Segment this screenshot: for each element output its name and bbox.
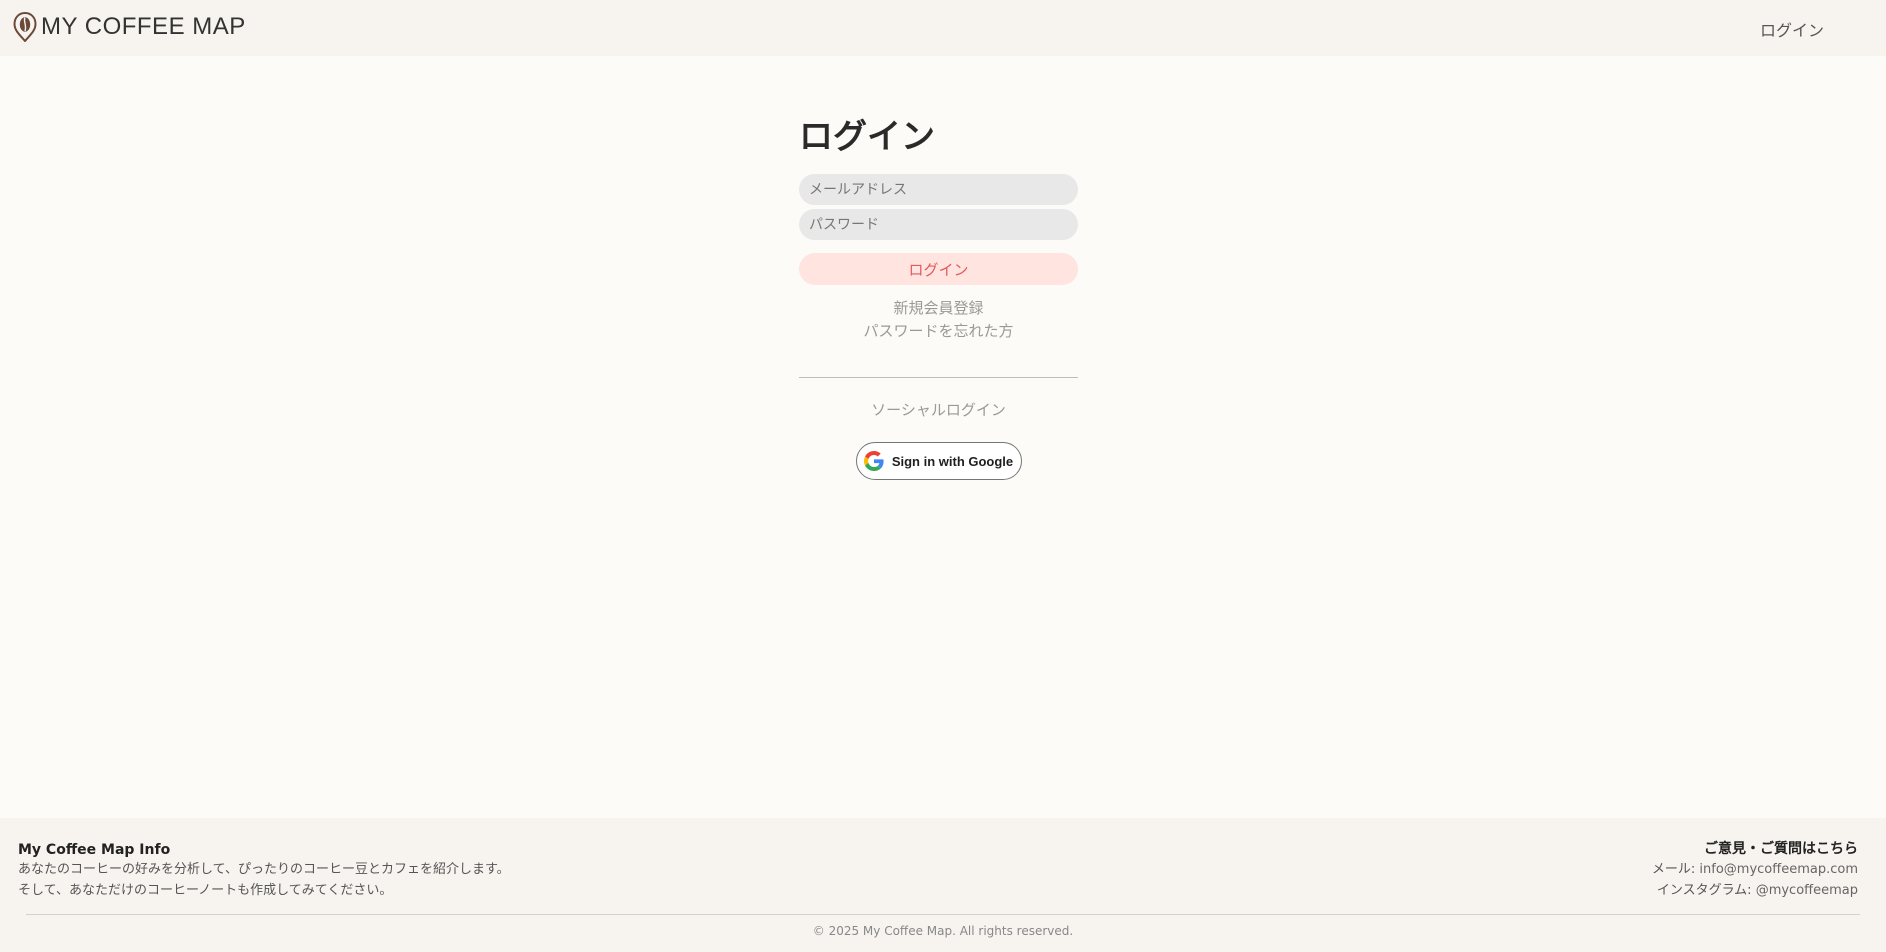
- logo-text: MY COFFEE MAP: [41, 13, 246, 40]
- register-link[interactable]: 新規会員登録: [799, 297, 1078, 320]
- footer-divider: [26, 914, 1860, 915]
- footer-contact: ご意見・ご質問はこちら メール: info@mycoffeemap.com イン…: [1652, 839, 1858, 901]
- header-login-link[interactable]: ログイン: [1760, 17, 1824, 41]
- footer-email-link[interactable]: info@mycoffeemap.com: [1699, 862, 1858, 877]
- footer-email-label: メール:: [1651, 862, 1700, 877]
- google-button-label: Sign in with Google: [891, 453, 1014, 469]
- google-sign-in-button[interactable]: Sign in with Google: [855, 442, 1022, 480]
- footer-info-line-1: あなたのコーヒーの好みを分析して、ぴったりのコーヒー豆とカフェを紹介します。: [18, 862, 510, 877]
- footer: My Coffee Map Info あなたのコーヒーの好みを分析して、ぴったり…: [0, 818, 1886, 952]
- logo[interactable]: MY COFFEE MAP: [13, 12, 246, 42]
- main-content: ログイン ログイン 新規会員登録 パスワードを忘れた方 ソーシャルログイン Si…: [0, 56, 1886, 818]
- footer-info-title: My Coffee Map Info: [18, 842, 171, 858]
- google-g-icon: [863, 451, 884, 471]
- forgot-password-link[interactable]: パスワードを忘れた方: [799, 320, 1078, 343]
- email-field[interactable]: [799, 174, 1078, 205]
- footer-instagram-link[interactable]: @mycoffeemap: [1756, 883, 1858, 898]
- footer-instagram-label: インスタグラム:: [1656, 883, 1756, 898]
- footer-info-line-2: そして、あなただけのコーヒーノートも作成してみてください。: [18, 883, 393, 898]
- login-button[interactable]: ログイン: [799, 253, 1078, 285]
- social-login-label: ソーシャルログイン: [871, 401, 1006, 419]
- page-title: ログイン: [799, 117, 935, 157]
- divider: [799, 377, 1078, 378]
- footer-contact-title: ご意見・ご質問はこちら: [1704, 841, 1858, 857]
- header: MY COFFEE MAP ログイン: [0, 0, 1886, 56]
- footer-info: My Coffee Map Info あなたのコーヒーの好みを分析して、ぴったり…: [18, 841, 510, 901]
- copyright: © 2025 My Coffee Map. All rights reserve…: [812, 924, 1074, 938]
- footer-email-line: メール: info@mycoffeemap.com: [1652, 859, 1858, 880]
- coffee-bean-pin-icon: [13, 12, 37, 42]
- password-field[interactable]: [799, 209, 1078, 240]
- login-form: ログイン ログイン 新規会員登録 パスワードを忘れた方 ソーシャルログイン Si…: [799, 116, 1078, 480]
- footer-instagram-line: インスタグラム: @mycoffeemap: [1652, 880, 1858, 901]
